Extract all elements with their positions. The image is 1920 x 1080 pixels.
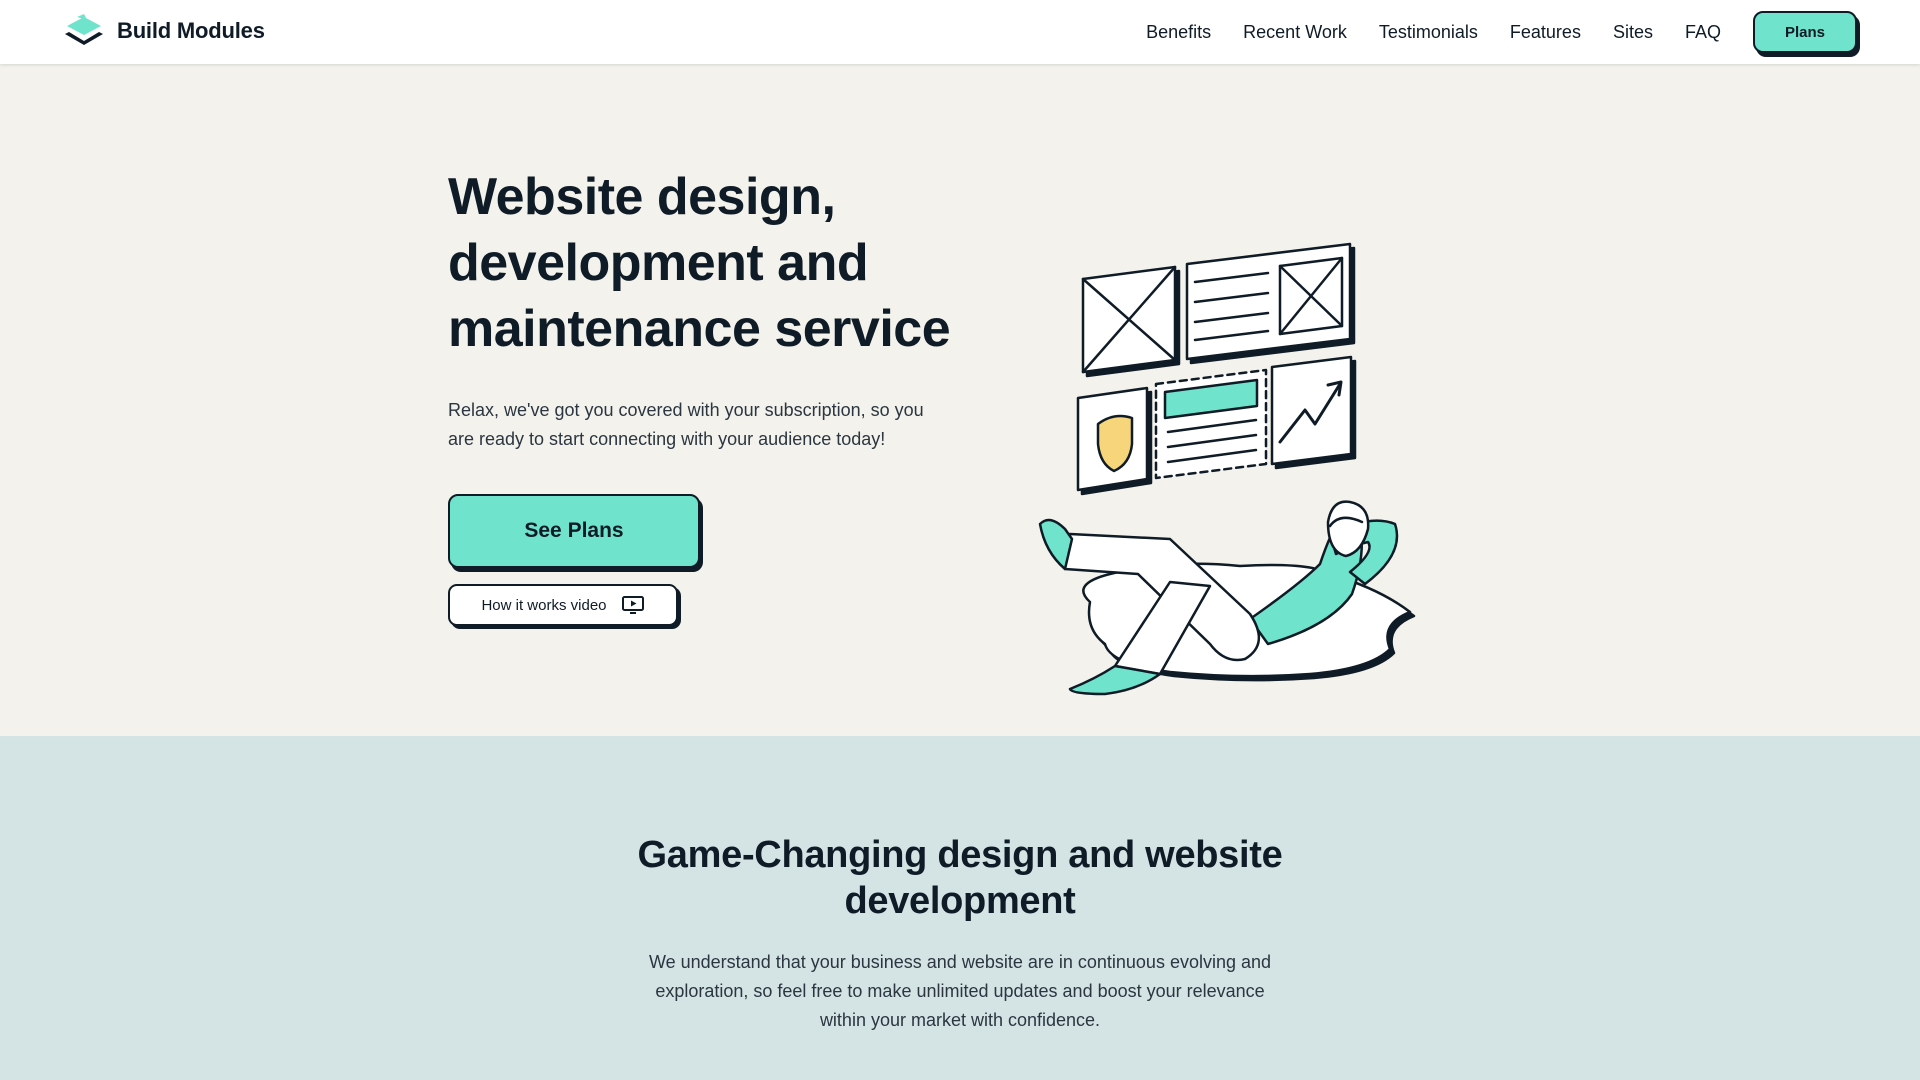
site-header: Build Modules Benefits Recent Work Testi…	[0, 0, 1920, 64]
nav-faq[interactable]: FAQ	[1685, 10, 1721, 54]
plans-button[interactable]: Plans	[1753, 11, 1857, 53]
nav-testimonials[interactable]: Testimonials	[1379, 10, 1478, 54]
person-relaxing-with-wireframe-cards-illustration	[1038, 242, 1416, 696]
nav-features[interactable]: Features	[1510, 10, 1581, 54]
hero-title: Website design, development and maintena…	[448, 168, 951, 358]
see-plans-button[interactable]: See Plans	[448, 494, 700, 568]
brand-name: Build Modules	[117, 18, 265, 43]
play-video-icon	[621, 596, 644, 614]
hero-section: Website design, development and maintena…	[0, 64, 1920, 736]
video-button-label: How it works video	[481, 596, 607, 614]
section-body: We understand that your business and web…	[648, 952, 1272, 1030]
benefits-intro-section: Game-Changing design and website develop…	[0, 736, 1920, 1080]
nav-benefits[interactable]: Benefits	[1146, 10, 1211, 54]
how-it-works-video-button[interactable]: How it works video	[448, 584, 678, 626]
nav-sites[interactable]: Sites	[1613, 10, 1653, 54]
main-nav: Benefits Recent Work Testimonials Featur…	[1146, 10, 1857, 54]
hero-subtitle: Relax, we've got you covered with your s…	[448, 400, 924, 449]
brand-logo-link[interactable]: Build Modules	[63, 14, 265, 48]
stacked-layers-icon	[65, 14, 103, 45]
nav-recent-work[interactable]: Recent Work	[1243, 10, 1347, 54]
section-title: Game-Changing design and website develop…	[637, 834, 1283, 922]
